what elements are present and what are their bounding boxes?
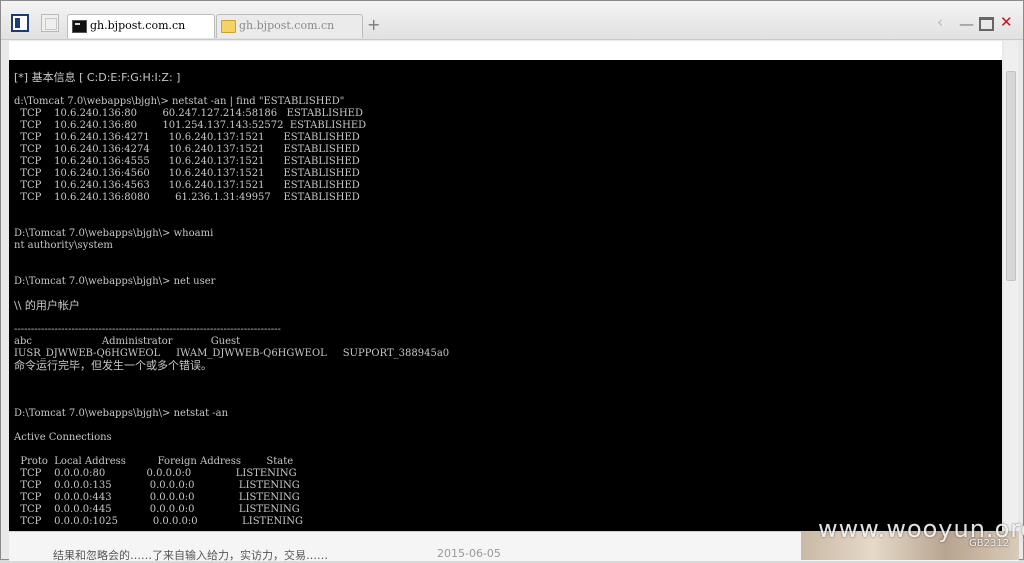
tab-overview-icon[interactable] [41,14,59,32]
terminal-line: \\ 的用户帐户 [14,299,80,312]
terminal-line: TCP 0.0.0.0:80 0.0.0.0:0 LISTENING [14,468,297,479]
encoding-tag: GB2312 [969,538,1010,549]
tab-gh-bjpost-terminal[interactable]: gh.bjpost.com.cn [67,14,215,38]
terminal-output: [*] 基本信息 [ C:D:E:F:G:H:I:Z: ] d:\Tomcat 7… [9,60,1002,531]
scrollbar-thumb[interactable] [1006,71,1016,281]
terminal-line: TCP 10.6.240.136:8080 61.236.1.31:49957 … [14,192,360,203]
maximize-button[interactable] [979,17,994,31]
minimize-button[interactable]: — [959,15,974,33]
terminal-line: 命令运行完毕，但发生一个或多个错误。 [14,359,212,372]
new-tab-button[interactable]: + [367,16,380,34]
terminal-line: D:\Tomcat 7.0\webapps\bjgh\> net user [14,276,216,287]
sidebar-toggle-icon[interactable] [11,14,29,32]
terminal-line: abc Administrator Guest [14,336,241,347]
vertical-scrollbar[interactable] [1004,41,1018,531]
terminal-line: TCP 0.0.0.0:445 0.0.0.0:0 LISTENING [14,504,300,515]
terminal-line: TCP 10.6.240.136:4555 10.6.240.137:1521 … [14,156,360,167]
terminal-line: TCP 10.6.240.136:4274 10.6.240.137:1521 … [14,144,360,155]
terminal-line: d:\Tomcat 7.0\webapps\bjgh\> netstat -an… [14,96,345,107]
page-below-date: 2015-06-05 [437,547,501,560]
terminal-line: ----------------------------------------… [14,324,281,335]
terminal-line: nt authority\system [14,240,113,251]
terminal-line: [*] 基本信息 [ C:D:E:F:G:H:I:Z: ] [14,71,181,84]
browser-window: gh.bjpost.com.cn gh.bjpost.com.cn + ‹ — … [0,0,1024,562]
terminal-line: TCP 0.0.0.0:443 0.0.0.0:0 LISTENING [14,492,300,503]
terminal-line: TCP 10.6.240.136:80 60.247.127.214:58186… [14,108,364,119]
tab-bar: gh.bjpost.com.cn gh.bjpost.com.cn + ‹ — … [1,1,1023,40]
terminal-line: TCP 10.6.240.136:4271 10.6.240.137:1521 … [14,132,360,143]
terminal-icon [72,20,87,33]
terminal-line: D:\Tomcat 7.0\webapps\bjgh\> netstat -an [14,408,229,419]
terminal-line: TCP 10.6.240.136:80 101.254.137.143:5257… [14,120,367,131]
page-below-text: 结果和忽略会的……了来自输入给力，实访力，交易…… [53,549,328,562]
tab-label: gh.bjpost.com.cn [90,19,186,32]
tab-gh-bjpost-folder[interactable]: gh.bjpost.com.cn [216,14,363,38]
terminal-line: TCP 10.6.240.136:4560 10.6.240.137:1521 … [14,168,360,179]
folder-icon [221,20,236,33]
back-arrow-icon[interactable]: ‹ [937,13,943,31]
terminal-line: Proto Local Address Foreign Address Stat… [14,456,294,467]
tab-label: gh.bjpost.com.cn [239,19,335,32]
terminal-line: TCP 0.0.0.0:135 0.0.0.0:0 LISTENING [14,480,300,491]
terminal-line: Active Connections [14,432,112,443]
terminal-line: D:\Tomcat 7.0\webapps\bjgh\> whoami [14,228,214,239]
terminal-line: TCP 0.0.0.0:1025 0.0.0.0:0 LISTENING [14,516,303,527]
terminal-line: TCP 10.6.240.136:4563 10.6.240.137:1521 … [14,180,360,191]
close-button[interactable]: ✕ [1000,13,1013,31]
